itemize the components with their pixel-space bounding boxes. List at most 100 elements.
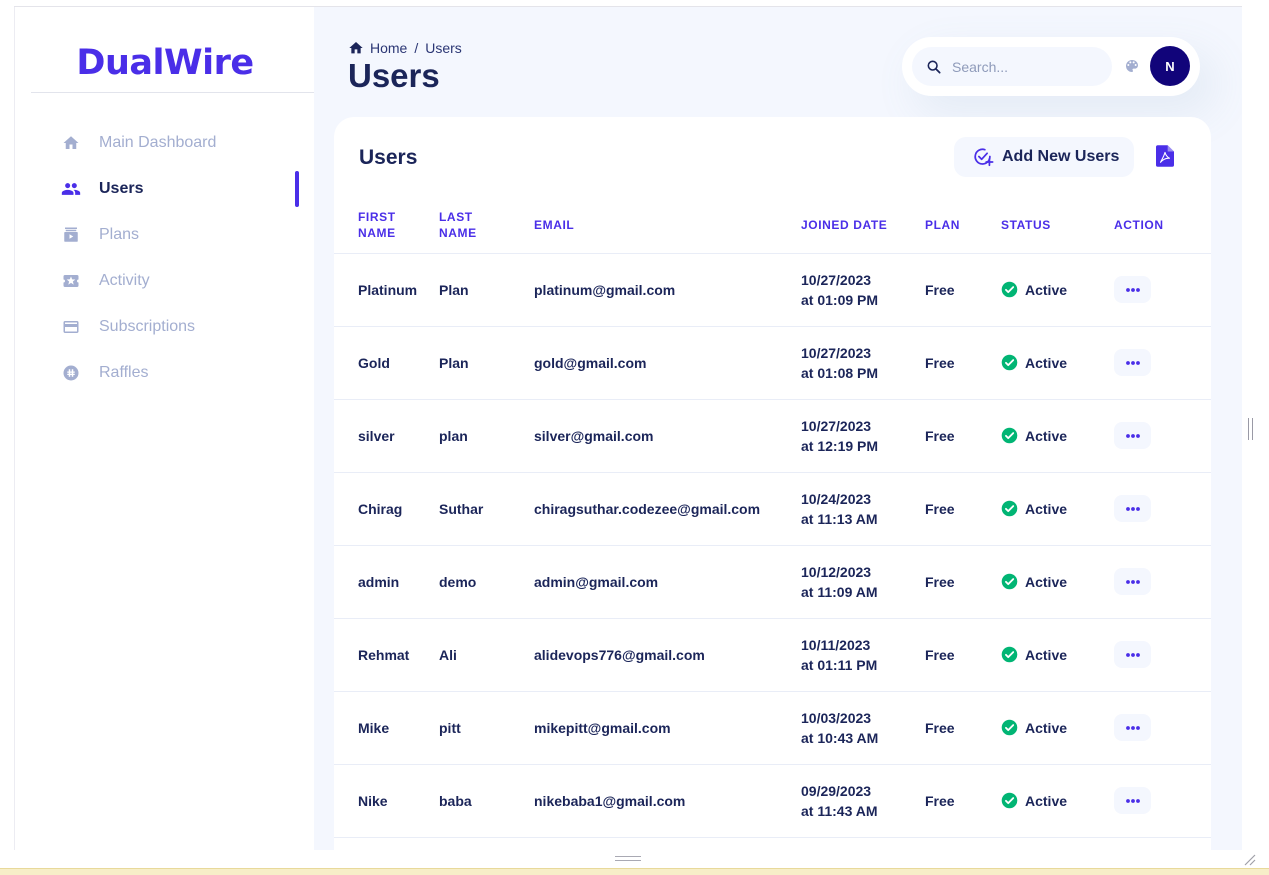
cell-first-name: admin [334,545,439,619]
home-icon[interactable] [348,40,364,56]
add-user-check-icon [972,146,994,168]
check-circle-icon [1001,792,1018,809]
cell-joined-date: 10/27/2023 at 01:09 PM [801,253,925,327]
cell-joined-date: 10/03/2023 at 10:43 AM [801,691,925,765]
row-actions-button[interactable] [1114,422,1151,449]
row-actions-button[interactable] [1114,276,1151,303]
column-header-plan[interactable]: PLAN [925,197,1001,254]
resize-handle[interactable] [615,856,641,861]
joined-time: at 01:08 PM [801,364,879,381]
cell-first-name: Platinum [334,253,439,327]
cell-joined-date: 09/29/2023 at 11:43 AM [801,764,925,838]
sidebar-item-main-dashboard[interactable]: Main Dashboard [15,120,315,166]
joined-time: at 01:09 PM [801,291,879,308]
joined-time: at 12:19 PM [801,437,879,454]
sidebar-nav: Main Dashboard Users Plans Activity Subs… [15,120,315,396]
row-actions-button[interactable] [1114,568,1151,595]
cell-last-name: pitt [439,691,534,765]
joined-date: 10/11/2023 [801,636,871,653]
add-new-users-button[interactable]: Add New Users [954,137,1134,177]
cell-first-name: Chirag [334,472,439,546]
column-header-status[interactable]: STATUS [1001,197,1114,254]
joined-time: at 10:43 AM [801,729,879,746]
joined-date: 10/27/2023 [801,417,872,434]
cell-plan: Free [925,253,1001,327]
cell-plan: Free [925,472,1001,546]
pdf-export-icon[interactable] [1156,145,1176,169]
row-actions-button[interactable] [1114,714,1151,741]
top-toolbar: N [902,37,1200,96]
check-circle-icon [1001,646,1018,663]
table-row: silver plan silver@gmail.com 10/27/2023 at 1… [334,399,1211,473]
joined-time: at 01:11 PM [801,656,878,673]
cell-first-name: Mike [334,691,439,765]
breadcrumb-home[interactable]: Home [370,40,407,56]
more-horizontal-icon [1125,433,1140,438]
plans-icon [61,225,81,245]
status-badge: Active [1025,281,1068,298]
check-circle-icon [1001,354,1018,371]
sidebar-item-users[interactable]: Users [15,166,315,212]
joined-time: at 11:13 AM [801,510,878,527]
row-actions-button[interactable] [1114,349,1151,376]
sidebar-item-subscriptions[interactable]: Subscriptions [15,304,315,350]
row-actions-button[interactable] [1114,641,1151,668]
column-header-email[interactable]: EMAIL [534,197,801,254]
more-horizontal-icon [1125,287,1140,292]
cell-plan: Free [925,618,1001,692]
joined-date: 10/27/2023 [801,344,872,361]
status-badge: Active [1025,573,1068,590]
cell-joined-date: 10/27/2023 at 12:19 PM [801,399,925,473]
column-header-first-name[interactable]: FIRST NAME [334,197,439,254]
table-row: Platinum Plan platinum@gmail.com 10/27/2023… [334,253,1211,327]
joined-time: at 11:43 AM [801,802,878,819]
row-actions-button[interactable] [1114,495,1151,522]
table-row: admin demo admin@gmail.com 10/12/2023 at 11:… [334,545,1211,619]
table-row: Mike pitt mikepitt@gmail.com 10/03/2023 at 1… [334,691,1211,765]
cell-email: admin@gmail.com [534,545,801,619]
cell-joined-date: 10/11/2023 at 01:11 PM [801,618,925,692]
sidebar-item-plans[interactable]: Plans [15,212,315,258]
status-badge: Active [1025,354,1068,371]
row-actions-button[interactable] [1114,787,1151,814]
sidebar-item-raffles[interactable]: Raffles [15,350,315,396]
palette-icon[interactable] [1124,58,1140,74]
cell-status: Active [1001,545,1114,619]
sidebar: DualWire Main Dashboard Users Plans Acti… [14,7,315,850]
brand-logo[interactable]: DualWire [15,43,315,83]
table-row: Rehmat Ali alidevops776@gmail.com 10/11/202… [334,618,1211,692]
corner-resize-icon[interactable] [1242,852,1256,866]
add-new-users-label: Add New Users [1002,148,1120,165]
sidebar-item-label: Activity [99,272,150,289]
cell-action [1114,326,1211,400]
users-card: Users Add New Users FIRST NAME LAST NAME… [334,117,1211,850]
notification-strip [0,868,1269,875]
column-header-joined-date[interactable]: JOINED DATE [801,197,925,254]
column-header-last-name[interactable]: LAST NAME [439,197,534,254]
cell-status: Active [1001,618,1114,692]
sidebar-item-activity[interactable]: Activity [15,258,315,304]
cell-last-name: Ali [439,618,534,692]
cell-plan: Free [925,764,1001,838]
scrollbar-grip[interactable] [1248,418,1253,440]
cell-plan: Free [925,399,1001,473]
cell-action [1114,399,1211,473]
more-horizontal-icon [1125,652,1140,657]
cell-email: gold@gmail.com [534,326,801,400]
cell-email: alidevops776@gmail.com [534,618,801,692]
cell-joined-date: 10/12/2023 at 11:09 AM [801,545,925,619]
cell-email: nikebaba1@gmail.com [534,764,801,838]
check-circle-icon [1001,500,1018,517]
status-badge: Active [1025,792,1068,809]
more-horizontal-icon [1125,360,1140,365]
check-circle-icon [1001,719,1018,736]
search-input[interactable] [952,58,1102,75]
avatar[interactable]: N [1150,46,1190,86]
sidebar-item-label: Subscriptions [99,318,196,335]
users-icon [61,179,81,199]
card-title: Users [359,146,418,169]
table-row: Chirag Suthar chiragsuthar.codezee@gmail.c… [334,472,1211,546]
more-horizontal-icon [1125,579,1140,584]
breadcrumb: Home / Users [348,40,462,56]
table-body: Platinum Plan platinum@gmail.com 10/27/2023… [334,253,1211,838]
